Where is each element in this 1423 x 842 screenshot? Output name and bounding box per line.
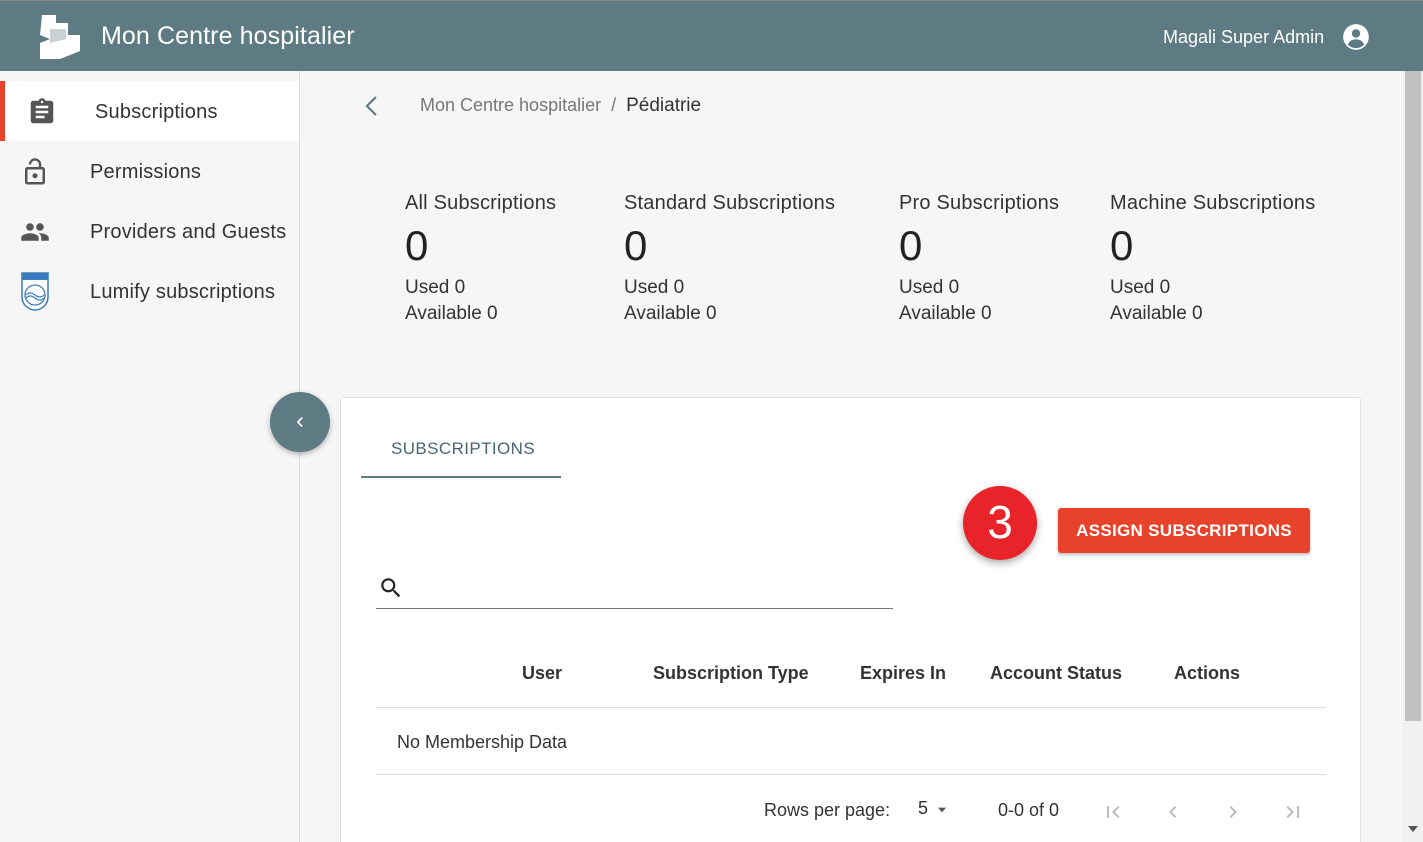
sidebar-item-providers-and-guests[interactable]: Providers and Guests	[0, 201, 299, 261]
stat-available: Available 0	[1110, 303, 1203, 325]
table-empty-row: No Membership Data	[376, 708, 1326, 775]
step-badge: 3	[963, 486, 1037, 560]
assign-subscriptions-button[interactable]: ASSIGN SUBSCRIPTIONS	[1058, 508, 1310, 553]
subscriptions-card: SUBSCRIPTIONS 3 ASSIGN SUBSCRIPTIONS Use…	[340, 397, 1361, 842]
column-header-user[interactable]: User	[522, 663, 562, 684]
rows-per-page-select[interactable]: 5	[918, 798, 954, 824]
stat-pro-subscriptions: Pro Subscriptions 0 Used 0 Available 0	[899, 192, 1059, 325]
stat-machine-subscriptions: Machine Subscriptions 0 Used 0 Available…	[1110, 192, 1315, 325]
account-circle-icon[interactable]	[1342, 23, 1370, 51]
column-header-expires-in[interactable]: Expires In	[860, 663, 946, 684]
page-scrollbar[interactable]	[1403, 71, 1423, 842]
people-icon	[21, 223, 49, 241]
previous-page-icon[interactable]	[1161, 800, 1185, 824]
sidebar: Subscriptions Permissions Providers and …	[0, 71, 300, 842]
column-header-actions: Actions	[1174, 663, 1241, 683]
stat-title: Standard Subscriptions	[624, 192, 836, 214]
sidebar-item-permissions[interactable]: Permissions	[0, 141, 299, 201]
sidebar-item-lumify-subscriptions[interactable]: Lumify subscriptions	[0, 261, 299, 321]
stat-standard-subscriptions: Standard Subscriptions 0 Used 0 Availabl…	[624, 192, 835, 325]
column-header-account-status[interactable]: Account Status	[990, 663, 1122, 684]
rows-per-page-label: Rows per page:	[764, 800, 891, 820]
app-header: Mon Centre hospitalier Magali Super Admi…	[0, 0, 1423, 71]
collapse-sidebar-button[interactable]	[270, 392, 330, 452]
scrollbar-thumb[interactable]	[1405, 71, 1421, 721]
clipboard-icon	[30, 98, 54, 124]
stat-title: All Subscriptions	[405, 192, 557, 214]
table-header: User Subscription Type Expires In Accoun…	[376, 648, 1326, 708]
stat-available: Available 0	[624, 303, 717, 325]
sidebar-item-label: Lumify subscriptions	[90, 281, 276, 303]
stat-total: 0	[624, 222, 648, 269]
rows-per-page-value: 5	[918, 798, 929, 818]
dropdown-arrow-icon	[937, 807, 947, 813]
sidebar-item-label: Permissions	[90, 161, 202, 183]
app-title: Mon Centre hospitalier	[101, 22, 355, 50]
search-input[interactable]	[412, 573, 887, 605]
scroll-down-icon[interactable]	[1408, 826, 1418, 832]
next-page-icon[interactable]	[1221, 800, 1245, 824]
first-page-icon[interactable]	[1101, 800, 1125, 824]
stat-total: 0	[1110, 222, 1134, 269]
stat-available: Available 0	[899, 303, 992, 325]
stat-used: Used 0	[899, 277, 960, 299]
stat-used: Used 0	[1110, 277, 1171, 299]
lock-icon	[25, 158, 45, 185]
sidebar-item-label: Subscriptions	[95, 101, 218, 123]
stat-available: Available 0	[405, 303, 498, 325]
stat-used: Used 0	[624, 277, 685, 299]
column-header-subscription-type[interactable]: Subscription Type	[653, 663, 809, 684]
stat-title: Pro Subscriptions	[899, 192, 1060, 214]
tab-label: SUBSCRIPTIONS	[391, 439, 536, 458]
last-page-icon[interactable]	[1281, 800, 1305, 824]
back-chevron-icon[interactable]	[360, 92, 386, 120]
stat-all-subscriptions: All Subscriptions 0 Used 0 Available 0	[405, 192, 556, 325]
search-icon	[381, 578, 401, 598]
stat-total: 0	[899, 222, 923, 269]
stat-title: Machine Subscriptions	[1110, 192, 1316, 214]
stat-total: 0	[405, 222, 429, 269]
breadcrumb-separator: /	[611, 95, 617, 115]
breadcrumb: Mon Centre hospitalier / Pédiatrie	[420, 95, 701, 117]
tab-subscriptions[interactable]: SUBSCRIPTIONS	[361, 398, 561, 478]
empty-message: No Membership Data	[397, 732, 568, 752]
breadcrumb-parent[interactable]: Mon Centre hospitalier	[420, 95, 601, 115]
sidebar-item-subscriptions[interactable]: Subscriptions	[0, 81, 299, 141]
stat-used: Used 0	[405, 277, 466, 299]
pagination-range: 0-0 of 0	[998, 800, 1060, 820]
search-field	[376, 571, 893, 609]
breadcrumb-current: Pédiatrie	[626, 95, 702, 116]
philips-logo-icon	[21, 272, 49, 311]
chevron-left-icon	[296, 417, 303, 427]
app-logo-icon	[40, 15, 80, 59]
user-name[interactable]: Magali Super Admin	[1163, 27, 1324, 48]
sidebar-item-label: Providers and Guests	[90, 221, 287, 243]
